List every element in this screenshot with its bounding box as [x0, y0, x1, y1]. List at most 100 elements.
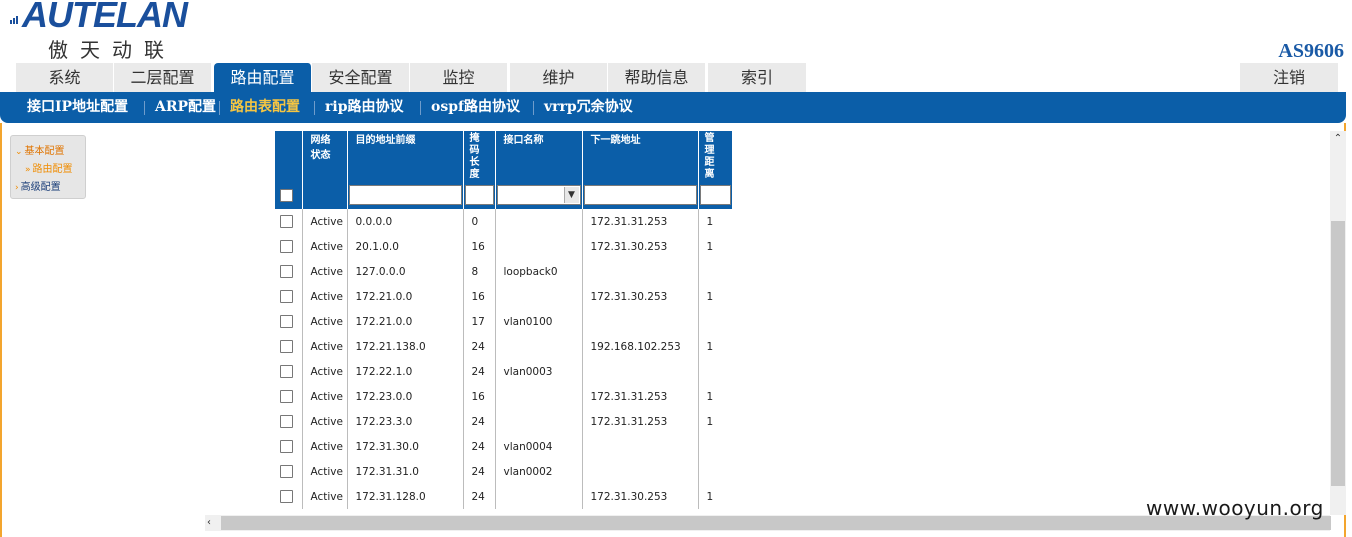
device-model: AS9606 [1278, 40, 1344, 62]
cell-masklen: 24 [463, 459, 496, 484]
subnav-divider [219, 101, 220, 115]
table-row[interactable]: Active 0.0.0.0 0 172.31.31.253 1 [275, 209, 732, 234]
table-row[interactable]: Active 172.22.1.0 24 vlan0003 [275, 359, 732, 384]
cell-status: Active [302, 259, 348, 284]
cell-masklen: 8 [463, 259, 496, 284]
subtab-ospf[interactable]: ospf路由协议 [431, 92, 520, 123]
subtab-rip[interactable]: rip路由协议 [325, 92, 403, 123]
tab-help[interactable]: 帮助信息 [608, 63, 706, 92]
row-select-cell [275, 334, 303, 359]
filter-distance-input[interactable] [699, 185, 731, 205]
cell-distance [698, 259, 732, 284]
tab-system[interactable]: 系统 [16, 63, 114, 92]
vertical-scroll-thumb[interactable] [1331, 221, 1345, 486]
row-checkbox[interactable] [280, 315, 293, 328]
subtab-route-table[interactable]: 路由表配置 [230, 92, 300, 123]
cell-prefix: 172.31.30.0 [347, 434, 464, 459]
cell-prefix: 172.21.138.0 [347, 334, 464, 359]
filter-masklen-input[interactable] [464, 185, 494, 205]
cell-masklen: 16 [463, 234, 496, 259]
cell-status: Active [302, 359, 348, 384]
menu-basic-config-label: 基本配置 [24, 146, 65, 157]
menu-route-config[interactable]: » 路由配置 [25, 160, 73, 175]
cell-nexthop: 172.31.31.253 [582, 209, 699, 234]
table-row[interactable]: Active 172.21.138.0 24 192.168.102.253 1 [275, 334, 732, 359]
menu-advanced-config[interactable]: › 高级配置 [15, 178, 61, 193]
row-checkbox[interactable] [280, 415, 293, 428]
header-status: 网络 状态 [302, 131, 348, 181]
cell-masklen: 24 [463, 334, 496, 359]
row-checkbox[interactable] [280, 215, 293, 228]
cell-ifname: loopback0 [495, 259, 583, 284]
scroll-up-icon[interactable]: ⌃ [1330, 133, 1346, 144]
table-row[interactable]: Active 127.0.0.0 8 loopback0 [275, 259, 732, 284]
cell-nexthop [582, 434, 699, 459]
cell-masklen: 16 [463, 384, 496, 409]
route-table-container: 网络 状态 目的地址前缀 掩 码 长 度 接口名称 下一跳地址 管 理 距 离 … [275, 131, 732, 516]
cell-ifname [495, 234, 583, 259]
tab-monitor[interactable]: 监控 [410, 63, 508, 92]
cell-prefix: 172.22.1.0 [347, 359, 464, 384]
table-row[interactable]: Active 172.31.30.0 24 vlan0004 [275, 434, 732, 459]
cell-prefix: 172.21.0.0 [347, 284, 464, 309]
menu-basic-config[interactable]: ⌄ 基本配置 [15, 142, 65, 157]
tab-security[interactable]: 安全配置 [312, 63, 410, 92]
header-mask-length: 掩 码 长 度 [463, 131, 496, 181]
tab-layer2[interactable]: 二层配置 [114, 63, 212, 92]
subnav-divider [420, 101, 421, 115]
row-checkbox[interactable] [280, 265, 293, 278]
filter-nexthop-input[interactable] [583, 185, 697, 205]
row-select-cell [275, 209, 303, 234]
subtab-arp[interactable]: ARP配置 [155, 92, 216, 123]
cell-prefix: 172.23.0.0 [347, 384, 464, 409]
table-row[interactable]: Active 20.1.0.0 16 172.31.30.253 1 [275, 234, 732, 259]
row-select-cell [275, 359, 303, 384]
filter-prefix-input[interactable] [348, 185, 462, 205]
cell-ifname [495, 334, 583, 359]
row-checkbox[interactable] [280, 440, 293, 453]
row-checkbox[interactable] [280, 340, 293, 353]
menu-advanced-config-label: 高级配置 [20, 182, 61, 193]
cell-distance [698, 309, 732, 334]
table-row[interactable]: Active 172.31.31.0 24 vlan0002 [275, 459, 732, 484]
row-checkbox[interactable] [280, 365, 293, 378]
table-row[interactable]: Active 172.23.3.0 24 172.31.31.253 1 [275, 409, 732, 434]
cell-status: Active [302, 409, 348, 434]
cell-ifname: vlan0100 [495, 309, 583, 334]
tab-routing[interactable]: 路由配置 [214, 63, 312, 92]
filter-row: ▼ [275, 181, 732, 209]
scroll-left-icon[interactable]: ‹ [207, 515, 211, 531]
logout-button[interactable]: 注销 [1240, 63, 1338, 92]
table-row[interactable]: Active 172.21.0.0 17 vlan0100 [275, 309, 732, 334]
header-prefix: 目的地址前缀 [347, 131, 464, 181]
table-row[interactable]: Active 172.31.128.0 24 172.31.30.253 1 [275, 484, 732, 509]
cell-status: Active [302, 334, 348, 359]
cell-distance: 1 [698, 209, 732, 234]
table-row[interactable]: Active 172.21.0.0 16 172.31.30.253 1 [275, 284, 732, 309]
cell-ifname: vlan0002 [495, 459, 583, 484]
row-checkbox[interactable] [280, 465, 293, 478]
row-checkbox[interactable] [280, 390, 293, 403]
cell-prefix: 127.0.0.0 [347, 259, 464, 284]
subtab-vrrp[interactable]: vrrp冗余协议 [544, 92, 633, 123]
header-distance: 管 理 距 离 [698, 131, 732, 181]
row-checkbox[interactable] [280, 290, 293, 303]
tab-index[interactable]: 索引 [708, 63, 807, 92]
cell-ifname: vlan0003 [495, 359, 583, 384]
cell-distance [698, 359, 732, 384]
row-select-cell [275, 409, 303, 434]
cell-masklen: 0 [463, 209, 496, 234]
row-select-cell [275, 284, 303, 309]
filter-interface-select[interactable]: ▼ [496, 185, 581, 205]
tab-maintenance[interactable]: 维护 [510, 63, 608, 92]
select-all-checkbox[interactable] [280, 188, 293, 202]
table-row[interactable]: Active 172.23.0.0 16 172.31.31.253 1 [275, 384, 732, 409]
row-checkbox[interactable] [280, 490, 293, 503]
row-select-cell [275, 309, 303, 334]
cell-distance [698, 434, 732, 459]
row-checkbox[interactable] [280, 240, 293, 253]
cell-status: Active [302, 459, 348, 484]
cell-prefix: 172.23.3.0 [347, 409, 464, 434]
subtab-interface-ip[interactable]: 接口IP地址配置 [27, 92, 128, 123]
vertical-scrollbar[interactable]: ⌃ [1330, 131, 1346, 515]
